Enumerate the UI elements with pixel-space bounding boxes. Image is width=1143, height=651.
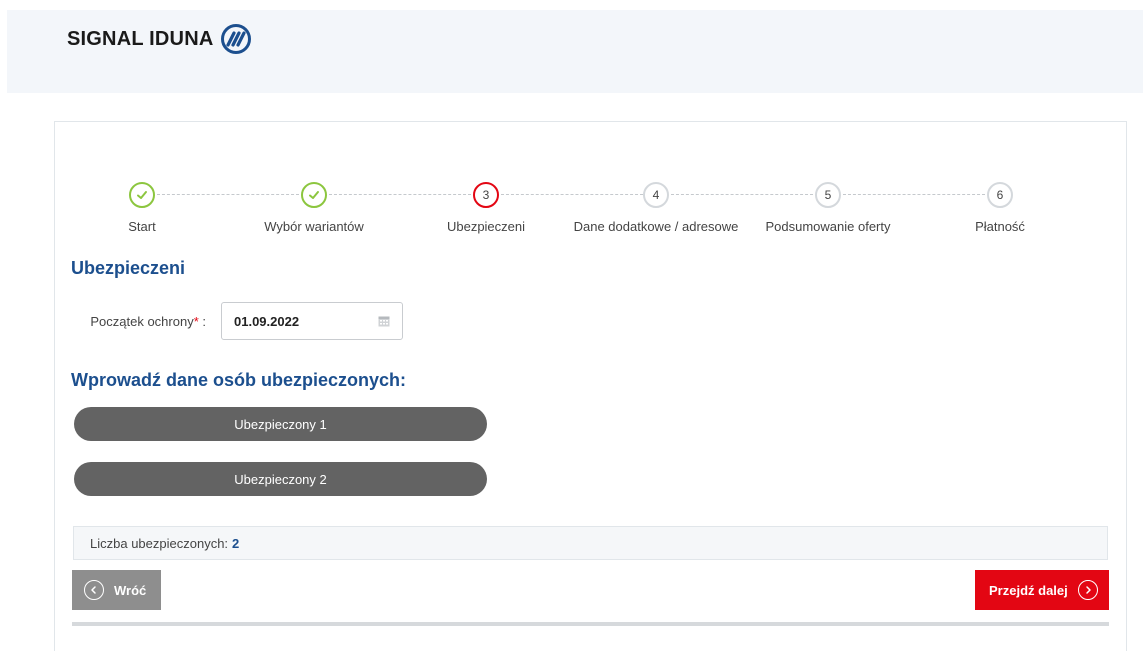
step-number: 5 <box>815 182 841 208</box>
step-payment: 6 Płatność <box>900 182 1100 234</box>
back-button[interactable]: Wróć <box>72 570 161 610</box>
check-icon <box>129 182 155 208</box>
header: SIGNAL IDUNA <box>7 10 1143 93</box>
chevron-right-icon <box>1077 580 1098 600</box>
check-icon <box>301 182 327 208</box>
calendar-icon[interactable] <box>378 315 390 327</box>
step-label: Dane dodatkowe / adresowe <box>573 219 739 234</box>
step-number: 3 <box>473 182 499 208</box>
insured-person-1-button[interactable]: Ubezpieczony 1 <box>74 407 487 441</box>
form-card: Start Wybór wariantów 3 Ubezpieczeni 4 D… <box>54 121 1127 651</box>
start-date-input[interactable]: 01.09.2022 <box>221 302 403 340</box>
step-label: Start <box>128 219 156 234</box>
insured-person-2-button[interactable]: Ubezpieczony 2 <box>74 462 487 496</box>
signal-iduna-logo-icon <box>221 24 252 54</box>
step-variants[interactable]: Wybór wariantów <box>214 182 414 234</box>
step-number: 6 <box>987 182 1013 208</box>
next-button[interactable]: Przejdź dalej <box>975 570 1109 610</box>
step-label: Podsumowanie oferty <box>765 219 891 234</box>
insured-count-bar: Liczba ubezpieczonych: 2 <box>73 526 1108 560</box>
insured-section-title: Wprowadź dane osób ubezpieczonych: <box>71 370 407 390</box>
step-number: 4 <box>643 182 669 208</box>
progress-stepper: Start Wybór wariantów 3 Ubezpieczeni 4 D… <box>71 182 1111 242</box>
insured-count-value: 2 <box>232 535 240 551</box>
chevron-left-icon <box>84 580 104 600</box>
step-start[interactable]: Start <box>42 182 242 234</box>
step-additional-data: 4 Dane dodatkowe / adresowe <box>556 182 756 234</box>
step-label: Wybór wariantów <box>264 219 364 234</box>
step-summary: 5 Podsumowanie oferty <box>728 182 928 234</box>
step-label: Płatność <box>975 219 1025 234</box>
footer-divider <box>72 622 1109 626</box>
back-label: Wróć <box>114 582 147 598</box>
start-date-value: 01.09.2022 <box>234 313 300 329</box>
brand-name: SIGNAL IDUNA <box>67 27 214 50</box>
section-title: Ubezpieczeni <box>71 258 186 278</box>
next-label: Przejdź dalej <box>989 582 1068 598</box>
logo[interactable]: SIGNAL IDUNA <box>67 24 252 54</box>
insured-count-label: Liczba ubezpieczonych: <box>90 535 229 551</box>
start-date-row: Początek ochrony* : 01.09.2022 <box>71 302 403 340</box>
start-date-label: Początek ochrony* : <box>90 313 206 329</box>
